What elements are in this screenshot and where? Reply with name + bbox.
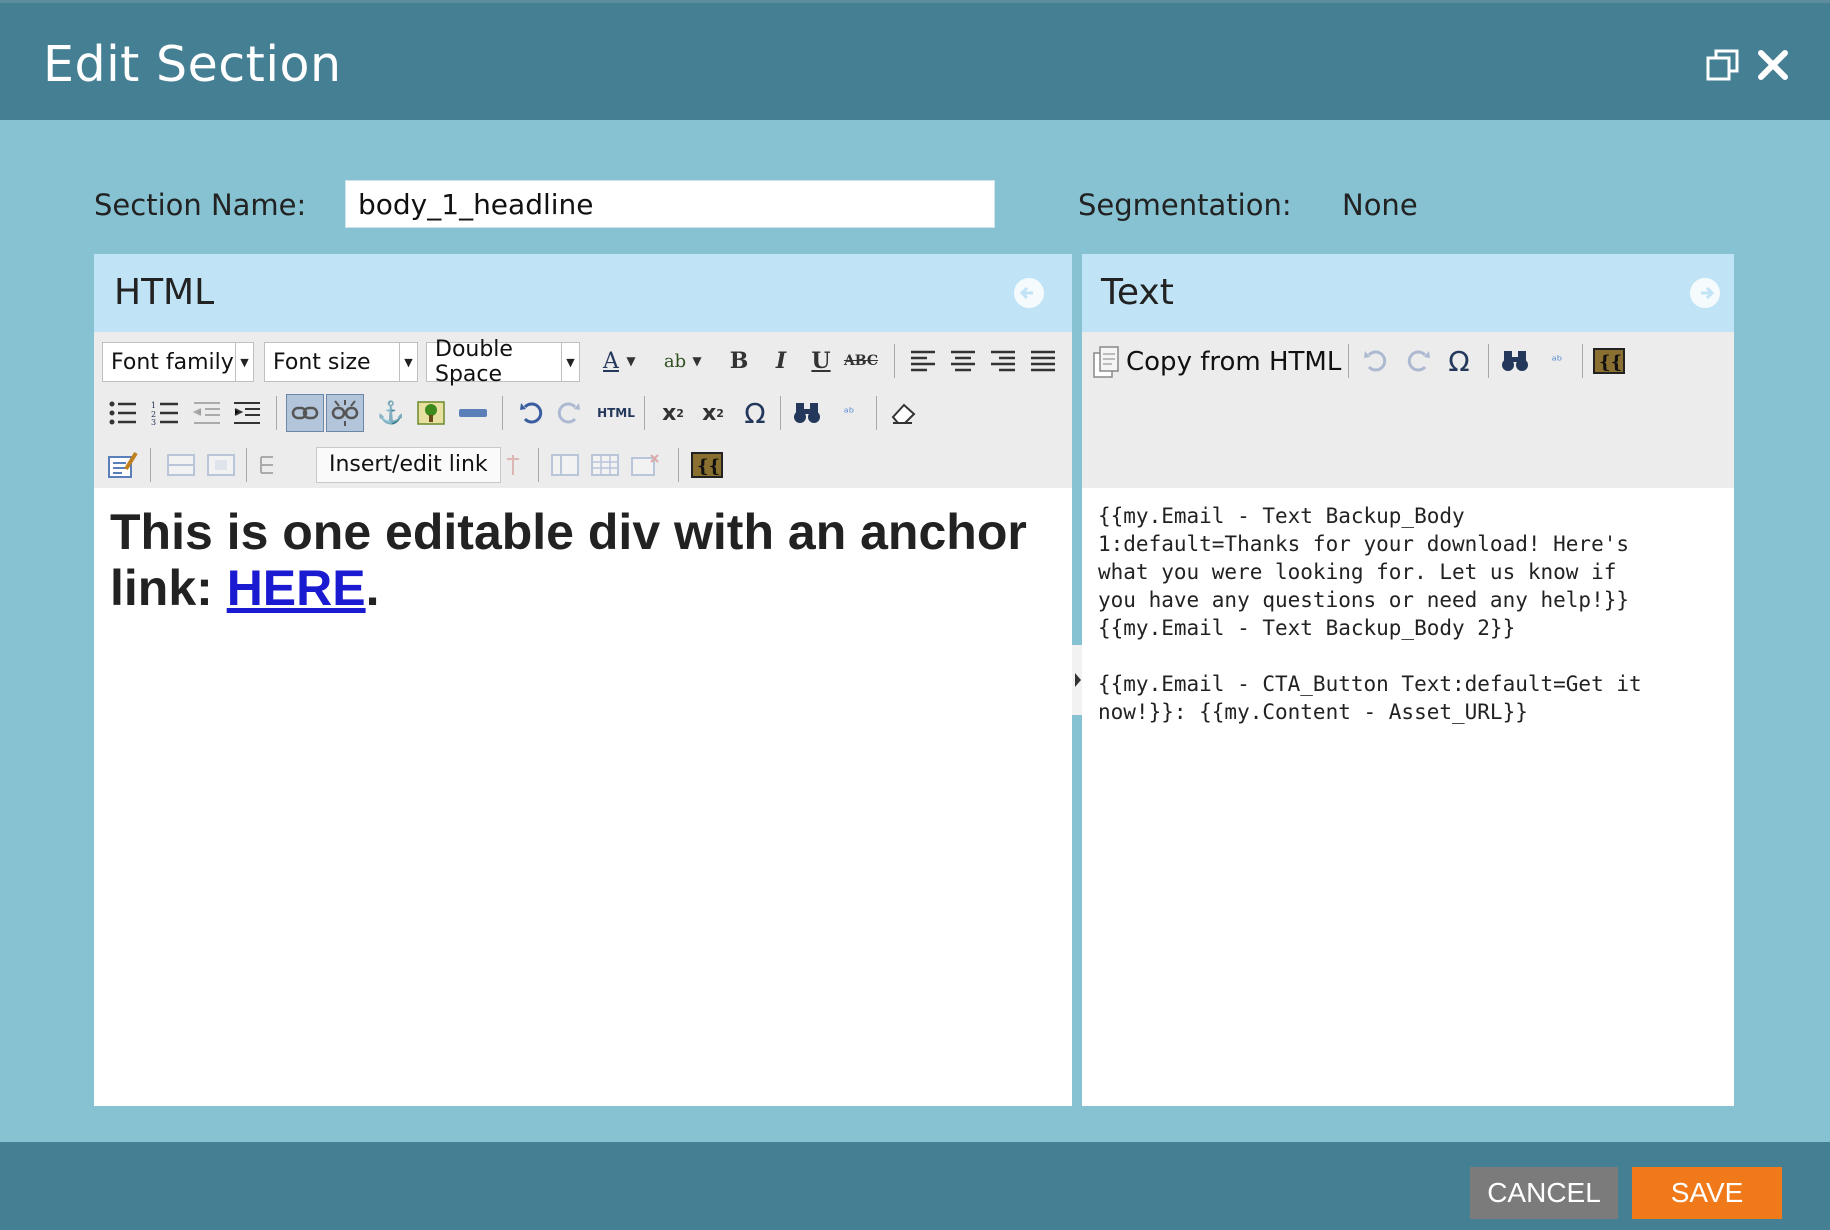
insert-link-icon[interactable] xyxy=(286,394,324,432)
highlight-color-icon[interactable]: ab xyxy=(656,342,694,380)
align-center-icon[interactable] xyxy=(944,342,982,380)
dialog-title: Edit Section xyxy=(43,36,342,93)
toolbar-separator xyxy=(644,396,645,430)
insert-token-icon[interactable]: {{ xyxy=(688,446,726,484)
insert-row-before-icon[interactable] xyxy=(254,446,292,484)
copy-from-html-button[interactable]: Copy from HTML xyxy=(1092,342,1341,382)
line-spacing-value: Double Space xyxy=(435,337,513,387)
superscript-icon[interactable]: x2 xyxy=(694,394,732,432)
segmentation-value[interactable]: None xyxy=(1342,188,1418,222)
insert-link-tooltip: Insert/edit link xyxy=(316,447,501,483)
special-character-icon[interactable]: Ω xyxy=(1440,342,1478,380)
align-justify-icon[interactable] xyxy=(1024,342,1062,380)
bold-icon[interactable]: B xyxy=(720,342,758,380)
collapse-left-icon[interactable] xyxy=(1014,278,1044,308)
toolbar-separator xyxy=(502,396,503,430)
copy-document-icon xyxy=(1093,346,1119,378)
toolbar-separator xyxy=(876,396,877,430)
svg-text:{{: {{ xyxy=(697,456,720,477)
collapse-right-icon[interactable] xyxy=(1690,278,1720,308)
toolbar-separator xyxy=(1348,344,1349,378)
redo-icon[interactable] xyxy=(1400,342,1438,380)
underline-icon[interactable]: U xyxy=(802,342,840,380)
svg-text:1: 1 xyxy=(151,401,156,410)
html-editor-content[interactable]: This is one editable div with an anchor … xyxy=(110,504,1030,616)
insert-image-icon[interactable] xyxy=(412,394,450,432)
html-panel-title: HTML xyxy=(114,272,215,313)
editor-text-end: . xyxy=(365,560,380,616)
svg-text:{{: {{ xyxy=(1599,352,1622,373)
edit-css-icon[interactable] xyxy=(104,446,142,484)
delete-table-icon[interactable] xyxy=(626,446,664,484)
toolbar-separator xyxy=(780,396,781,430)
horizontal-rule-icon[interactable] xyxy=(454,394,492,432)
text-editor-content[interactable]: {{my.Email - Text Backup_Body 1:default=… xyxy=(1098,502,1738,726)
text-toolbar: Copy from HTML Ω ᵃᵇ {{ xyxy=(1082,332,1734,488)
bullet-list-icon[interactable] xyxy=(104,394,142,432)
numbered-list-icon[interactable]: 123 xyxy=(146,394,184,432)
toolbar-separator xyxy=(1488,344,1489,378)
italic-icon[interactable]: I xyxy=(762,342,800,380)
subscript-icon[interactable]: x2 xyxy=(654,394,692,432)
table-row-icon[interactable] xyxy=(162,446,200,484)
save-button[interactable]: SAVE xyxy=(1632,1167,1782,1219)
indent-icon[interactable] xyxy=(228,394,266,432)
chevron-down-icon: ▼ xyxy=(561,343,579,381)
font-family-select[interactable]: Font family ▼ xyxy=(102,342,254,382)
special-character-icon[interactable]: Ω xyxy=(736,394,774,432)
copy-from-html-label: Copy from HTML xyxy=(1126,347,1342,377)
chevron-down-icon[interactable]: ▼ xyxy=(624,342,638,380)
align-right-icon[interactable] xyxy=(984,342,1022,380)
strikethrough-icon[interactable]: ABC xyxy=(842,342,880,380)
find-icon[interactable] xyxy=(788,394,826,432)
dialog-title-bar: Edit Section xyxy=(0,0,1830,120)
html-editor-panel: HTML Font family ▼ Font size ▼ Double Sp… xyxy=(94,254,1072,1106)
chevron-down-icon[interactable]: ▼ xyxy=(690,342,704,380)
text-editor-panel: Text Copy from HTML Ω ᵃᵇ {{ {{my.Email -… xyxy=(1082,254,1734,1106)
anchor-icon[interactable]: ⚓ xyxy=(372,394,410,432)
toolbar-separator xyxy=(246,448,247,482)
html-panel-header: HTML xyxy=(94,254,1072,332)
chevron-down-icon: ▼ xyxy=(235,343,253,381)
here-anchor-link[interactable]: HERE xyxy=(227,560,366,616)
section-name-input[interactable] xyxy=(345,180,995,228)
find-icon[interactable] xyxy=(1496,342,1534,380)
text-panel-title: Text xyxy=(1101,272,1174,313)
toolbar-separator xyxy=(1582,344,1583,378)
text-panel-header: Text xyxy=(1082,254,1734,332)
html-source-icon[interactable]: HTML xyxy=(594,394,638,432)
insert-token-icon[interactable]: {{ xyxy=(1590,342,1628,380)
toolbar-separator xyxy=(276,396,277,430)
outdent-icon[interactable] xyxy=(188,394,226,432)
table-column-icon[interactable] xyxy=(546,446,584,484)
font-family-value: Font family xyxy=(111,349,234,375)
close-icon[interactable] xyxy=(1755,47,1791,83)
eraser-icon[interactable] xyxy=(884,394,922,432)
chevron-down-icon: ▼ xyxy=(399,343,417,381)
toolbar-separator xyxy=(678,448,679,482)
line-spacing-select[interactable]: Double Space ▼ xyxy=(426,337,580,387)
font-size-value: Font size xyxy=(273,349,371,375)
find-replace-icon[interactable]: ᵃᵇ xyxy=(1538,342,1576,380)
align-left-icon[interactable] xyxy=(904,342,942,380)
find-replace-icon[interactable]: ᵃᵇ xyxy=(830,394,868,432)
cancel-button[interactable]: CANCEL xyxy=(1470,1167,1618,1219)
toolbar-separator xyxy=(894,344,895,378)
svg-text:3: 3 xyxy=(151,418,156,425)
segmentation-label: Segmentation: xyxy=(1078,188,1292,222)
font-size-select[interactable]: Font size ▼ xyxy=(264,342,418,382)
restore-window-icon[interactable] xyxy=(1705,47,1741,83)
undo-icon[interactable] xyxy=(512,394,550,432)
undo-icon[interactable] xyxy=(1356,342,1394,380)
insert-table-icon[interactable] xyxy=(586,446,624,484)
html-toolbar: Font family ▼ Font size ▼ Double Space ▼… xyxy=(94,332,1072,488)
toolbar-separator xyxy=(538,448,539,482)
table-cell-icon[interactable] xyxy=(202,446,240,484)
toolbar-separator xyxy=(150,448,151,482)
section-name-label: Section Name: xyxy=(94,188,307,222)
dialog-footer: CANCEL SAVE xyxy=(0,1142,1830,1230)
unlink-icon[interactable] xyxy=(326,394,364,432)
redo-icon[interactable] xyxy=(550,394,588,432)
